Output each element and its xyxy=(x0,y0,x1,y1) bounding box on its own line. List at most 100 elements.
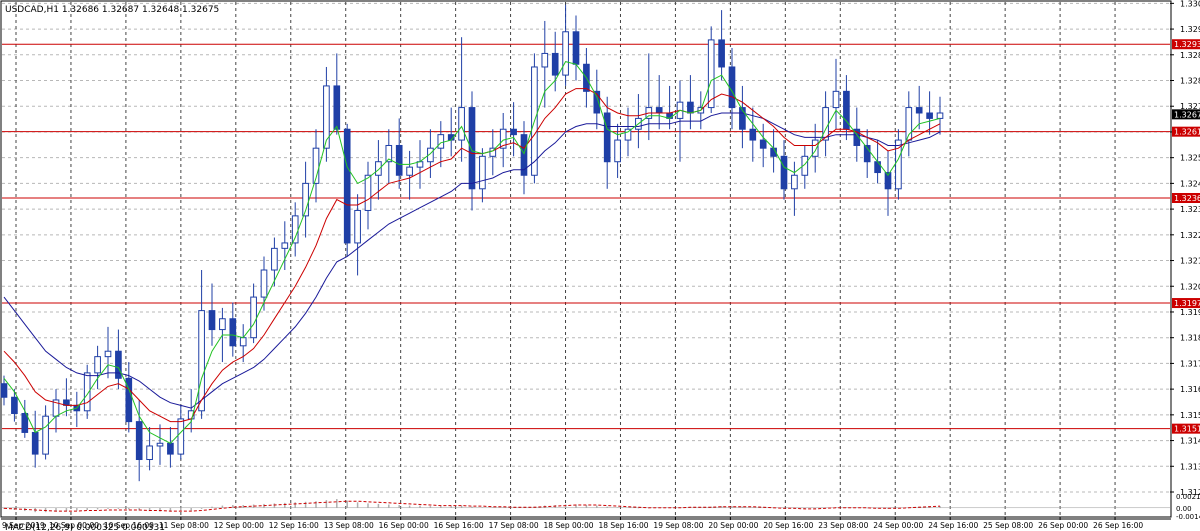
price-tick-label: 1.31755 xyxy=(1180,359,1200,368)
candle-body xyxy=(822,107,829,141)
price-level-badge-label: 1.32675 xyxy=(1174,110,1200,119)
candle-body xyxy=(354,209,361,244)
candle-body xyxy=(551,52,559,76)
candle-body xyxy=(749,128,757,141)
candle-body xyxy=(198,310,205,412)
chart-canvas[interactable]: 0.0021560.00-0.00149 1.330851.329901.328… xyxy=(0,0,1200,531)
price-tick-label: 1.32230 xyxy=(1180,231,1200,240)
time-tick-label: 26 Sep 00:00 xyxy=(1038,521,1088,530)
candle-body xyxy=(395,144,403,176)
candle-body xyxy=(364,174,372,211)
candle-body xyxy=(135,421,143,461)
price-level-badge-label: 1.32934 xyxy=(1174,40,1200,49)
candle-body xyxy=(687,101,694,114)
price-tick-label: 1.32895 xyxy=(1180,51,1200,60)
candle-body xyxy=(291,215,299,244)
price-tick-label: 1.31565 xyxy=(1180,411,1200,420)
price-tick-label: 1.33085 xyxy=(1180,0,1200,8)
time-tick-label: 12 Sep 00:00 xyxy=(214,521,264,530)
price-tick-label: 1.32040 xyxy=(1180,282,1200,291)
candle-body xyxy=(614,139,621,163)
candle-body xyxy=(333,85,341,130)
candle-body xyxy=(146,445,153,461)
price-tick-label: 1.32325 xyxy=(1180,205,1200,214)
time-tick-label: 26 Sep 16:00 xyxy=(1093,521,1143,530)
price-level-badge-label: 1.32611 xyxy=(1174,128,1200,137)
candle-body xyxy=(759,139,767,149)
time-tick-label: 16 Sep 00:00 xyxy=(379,521,429,530)
candle-body xyxy=(572,31,580,65)
candle-body xyxy=(260,269,268,298)
candle-body xyxy=(94,356,101,374)
candle-body xyxy=(208,310,216,331)
candle-body xyxy=(250,296,257,339)
price-tick-label: 1.31850 xyxy=(1180,334,1200,343)
candle-body xyxy=(479,155,486,190)
candle-body xyxy=(104,350,112,358)
price-tick-label: 1.31470 xyxy=(1180,437,1200,446)
macd-header: MACD(12,26,9) 0.000325 0.000331 xyxy=(5,523,165,531)
price-level-badge-label: 1.32366 xyxy=(1174,194,1200,203)
time-tick-label: 19 Sep 08:00 xyxy=(653,521,703,530)
candle-body xyxy=(510,128,517,136)
candle-body xyxy=(115,350,122,379)
candle-body xyxy=(655,107,663,114)
candle-body xyxy=(791,174,798,190)
trading-chart[interactable]: 0.0021560.00-0.00149 1.330851.329901.328… xyxy=(0,0,1200,531)
time-tick-label: 18 Sep 16:00 xyxy=(598,521,648,530)
time-tick-label: 24 Sep 16:00 xyxy=(928,521,978,530)
time-tick-label: 16 Sep 16:00 xyxy=(434,521,484,530)
time-tick-label: 23 Sep 08:00 xyxy=(818,521,868,530)
candle-body xyxy=(11,396,18,414)
price-level-badge-label: 1.31514 xyxy=(1174,425,1200,434)
candle-body xyxy=(718,39,725,68)
time-tick-label: 20 Sep 00:00 xyxy=(708,521,758,530)
candle-body xyxy=(323,85,330,149)
price-axis[interactable]: 1.330851.329901.328951.328001.327051.326… xyxy=(1170,0,1200,497)
candle-body xyxy=(936,112,944,119)
time-tick-label: 11 Sep 08:00 xyxy=(159,521,209,530)
candle-body xyxy=(343,128,351,244)
macd-tick-label: 0.00 xyxy=(1176,505,1192,513)
candle-body xyxy=(42,415,49,455)
candle-body xyxy=(271,247,278,271)
price-tick-label: 1.32420 xyxy=(1180,179,1200,188)
candle-body xyxy=(177,418,185,455)
macd-tick-label: -0.00149 xyxy=(1176,513,1200,521)
candle-body xyxy=(915,107,923,114)
candle-body xyxy=(239,337,247,347)
candle-body xyxy=(458,107,465,141)
candle-body xyxy=(780,155,788,190)
candle-body xyxy=(31,431,39,455)
candle-body xyxy=(728,66,736,109)
candle-body xyxy=(229,318,237,347)
price-tick-label: 1.32990 xyxy=(1180,25,1200,34)
candle-body xyxy=(219,318,226,331)
candle-body xyxy=(926,112,933,119)
candle-body xyxy=(707,39,715,109)
price-tick-label: 1.32515 xyxy=(1180,154,1200,163)
time-tick-label: 12 Sep 16:00 xyxy=(269,521,319,530)
time-tick-label: 18 Sep 00:00 xyxy=(544,521,594,530)
price-tick-label: 1.31945 xyxy=(1180,308,1200,317)
candle-body xyxy=(895,139,902,190)
price-level-badge-label: 1.31978 xyxy=(1174,299,1200,308)
price-tick-label: 1.32135 xyxy=(1180,257,1200,266)
price-tick-label: 1.31660 xyxy=(1180,385,1200,394)
candle-body xyxy=(21,412,29,433)
candle-body xyxy=(156,442,164,447)
candle-body xyxy=(874,161,881,174)
candle-body xyxy=(437,134,445,149)
time-tick-label: 17 Sep 08:00 xyxy=(489,521,539,530)
time-tick-label: 20 Sep 16:00 xyxy=(763,521,813,530)
candle-body xyxy=(167,442,174,455)
candle-body xyxy=(832,90,840,109)
time-tick-label: 24 Sep 00:00 xyxy=(873,521,923,530)
price-tick-label: 1.32800 xyxy=(1180,77,1200,86)
candle-body xyxy=(468,107,476,190)
time-tick-label: 25 Sep 08:00 xyxy=(983,521,1033,530)
candle-body xyxy=(603,112,611,163)
candle-body xyxy=(406,166,413,176)
chart-header: USDCAD,H1 1.32686 1.32687 1.32648 1.3267… xyxy=(5,5,219,15)
price-tick-label: 1.31280 xyxy=(1180,488,1200,497)
